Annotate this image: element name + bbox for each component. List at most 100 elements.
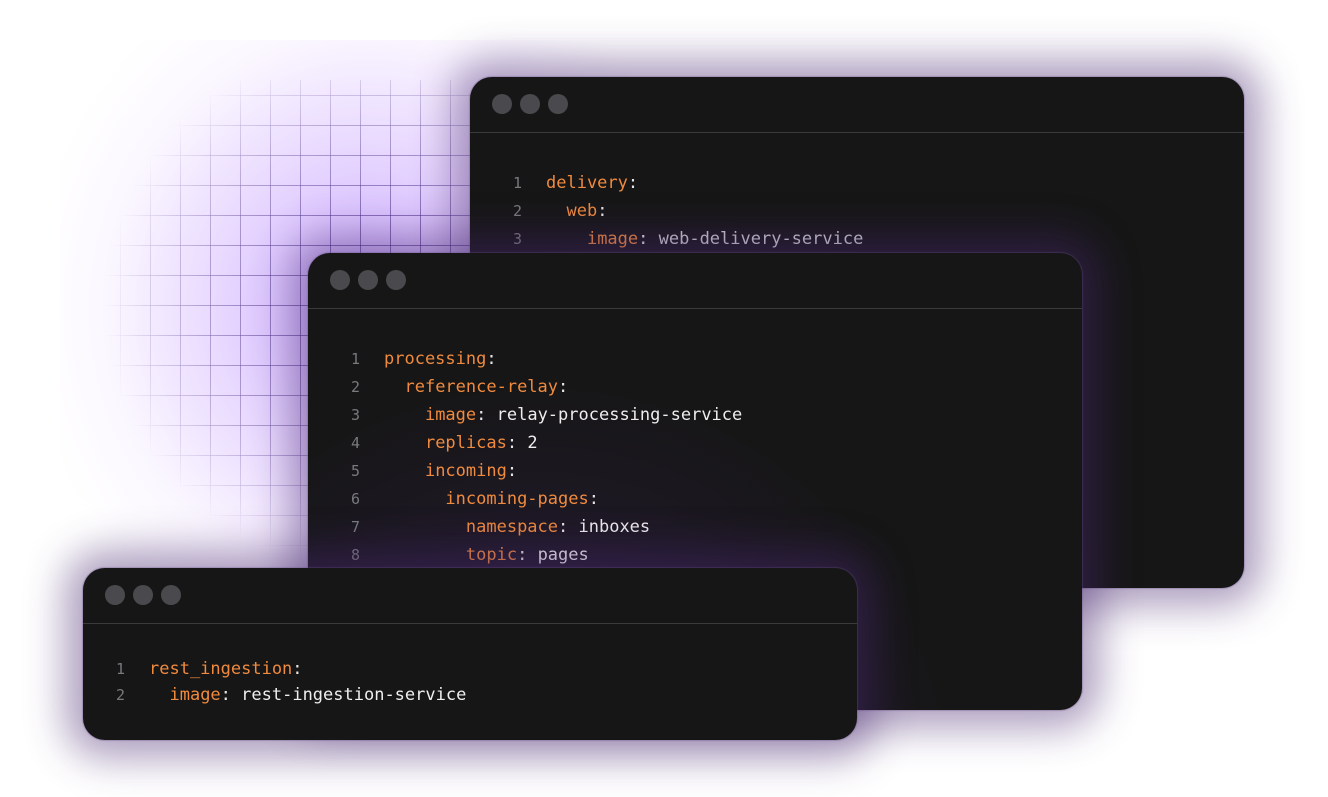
code-line: 1 rest_ingestion: xyxy=(83,656,857,682)
line-content: image: web-delivery-service xyxy=(546,225,863,253)
code-line: 2 image: rest-ingestion-service xyxy=(83,682,857,708)
code-line: 1 delivery: xyxy=(470,169,1244,197)
yaml-key: incoming xyxy=(424,461,507,481)
code-line: 3 image: relay-processing-service xyxy=(308,401,1082,429)
close-dot-icon[interactable] xyxy=(105,585,125,605)
line-number: 4 xyxy=(350,434,360,452)
line-content: namespace: inboxes xyxy=(384,513,650,541)
yaml-colon: : xyxy=(486,349,497,369)
yaml-key: processing xyxy=(384,349,487,369)
minimize-dot-icon[interactable] xyxy=(520,94,540,114)
yaml-colon: : xyxy=(220,685,231,705)
line-content: processing: xyxy=(384,345,497,373)
line-content: incoming: xyxy=(384,457,517,485)
yaml-value: 2 xyxy=(517,433,538,453)
yaml-colon: : xyxy=(292,659,303,679)
code-editor[interactable]: 1 processing: 2 reference-relay: 3 image: r… xyxy=(308,309,1082,597)
maximize-dot-icon[interactable] xyxy=(161,585,181,605)
yaml-colon: : xyxy=(506,461,518,481)
scene: 1 delivery: 2 web: 3 image: web-delivery-se… xyxy=(0,0,1328,797)
maximize-dot-icon[interactable] xyxy=(386,270,406,290)
window-controls xyxy=(492,94,568,114)
code-line: 1 processing: xyxy=(308,345,1082,373)
yaml-value: web-delivery-service xyxy=(648,229,864,249)
line-number: 2 xyxy=(512,202,522,220)
line-content: incoming-pages: xyxy=(384,485,599,513)
line-content: image: relay-processing-service xyxy=(384,401,742,429)
yaml-key: image xyxy=(169,685,221,705)
code-editor[interactable]: 1 rest_ingestion: 2 image: rest-ingestion-… xyxy=(83,624,857,708)
yaml-key: image xyxy=(586,229,639,249)
yaml-key: incoming-pages xyxy=(445,489,589,509)
yaml-key: image xyxy=(424,405,477,425)
close-dot-icon[interactable] xyxy=(330,270,350,290)
line-number: 3 xyxy=(350,406,360,424)
line-content: rest_ingestion: xyxy=(149,656,303,682)
code-line: 4 replicas: 2 xyxy=(308,429,1082,457)
code-line: 8 topic: pages xyxy=(308,541,1082,569)
line-content: replicas: 2 xyxy=(384,429,538,457)
line-number: 8 xyxy=(350,546,360,564)
yaml-colon: : xyxy=(638,229,649,249)
yaml-colon: : xyxy=(627,173,639,193)
yaml-value: rest-ingestion-service xyxy=(230,685,467,705)
yaml-key: topic xyxy=(465,545,518,565)
yaml-key: web xyxy=(566,201,598,221)
yaml-key: namespace xyxy=(465,517,559,537)
line-content: reference-relay: xyxy=(384,373,568,401)
line-content: delivery: xyxy=(546,169,638,197)
minimize-dot-icon[interactable] xyxy=(358,270,378,290)
line-number: 2 xyxy=(115,686,125,704)
code-line: 3 image: web-delivery-service xyxy=(470,225,1244,253)
line-number: 1 xyxy=(115,660,125,678)
yaml-value: relay-processing-service xyxy=(486,405,743,425)
minimize-dot-icon[interactable] xyxy=(133,585,153,605)
yaml-colon: : xyxy=(558,517,569,537)
line-number: 7 xyxy=(350,518,360,536)
window-controls xyxy=(105,585,181,605)
yaml-key: delivery xyxy=(546,173,628,193)
window-titlebar xyxy=(308,253,1082,309)
code-line: 2 web: xyxy=(470,197,1244,225)
code-line: 7 namespace: inboxes xyxy=(308,513,1082,541)
close-dot-icon[interactable] xyxy=(492,94,512,114)
line-content: image: rest-ingestion-service xyxy=(149,682,466,708)
yaml-value: pages xyxy=(527,545,589,565)
line-content: topic: pages xyxy=(384,541,589,569)
line-content: web: xyxy=(546,197,607,225)
yaml-colon: : xyxy=(558,377,569,397)
yaml-colon: : xyxy=(517,545,528,565)
line-number: 3 xyxy=(512,230,522,248)
code-line: 2 reference-relay: xyxy=(308,373,1082,401)
line-number: 1 xyxy=(512,174,522,192)
yaml-colon: : xyxy=(597,201,608,221)
code-line: 5 incoming: xyxy=(308,457,1082,485)
maximize-dot-icon[interactable] xyxy=(548,94,568,114)
yaml-key: rest_ingestion xyxy=(149,659,293,679)
code-window-rest-ingestion: 1 rest_ingestion: 2 image: rest-ingestion-… xyxy=(83,568,857,740)
line-number: 2 xyxy=(350,378,360,396)
window-titlebar xyxy=(470,77,1244,133)
yaml-colon: : xyxy=(506,433,518,453)
window-controls xyxy=(330,270,406,290)
line-number: 1 xyxy=(350,350,360,368)
yaml-value: inboxes xyxy=(568,517,651,537)
line-number: 5 xyxy=(350,462,360,480)
code-line: 6 incoming-pages: xyxy=(308,485,1082,513)
line-number: 6 xyxy=(350,490,360,508)
yaml-colon: : xyxy=(476,405,487,425)
yaml-key: replicas xyxy=(424,433,507,453)
yaml-key: reference-relay xyxy=(404,377,559,397)
yaml-colon: : xyxy=(588,489,599,509)
window-titlebar xyxy=(83,568,857,624)
